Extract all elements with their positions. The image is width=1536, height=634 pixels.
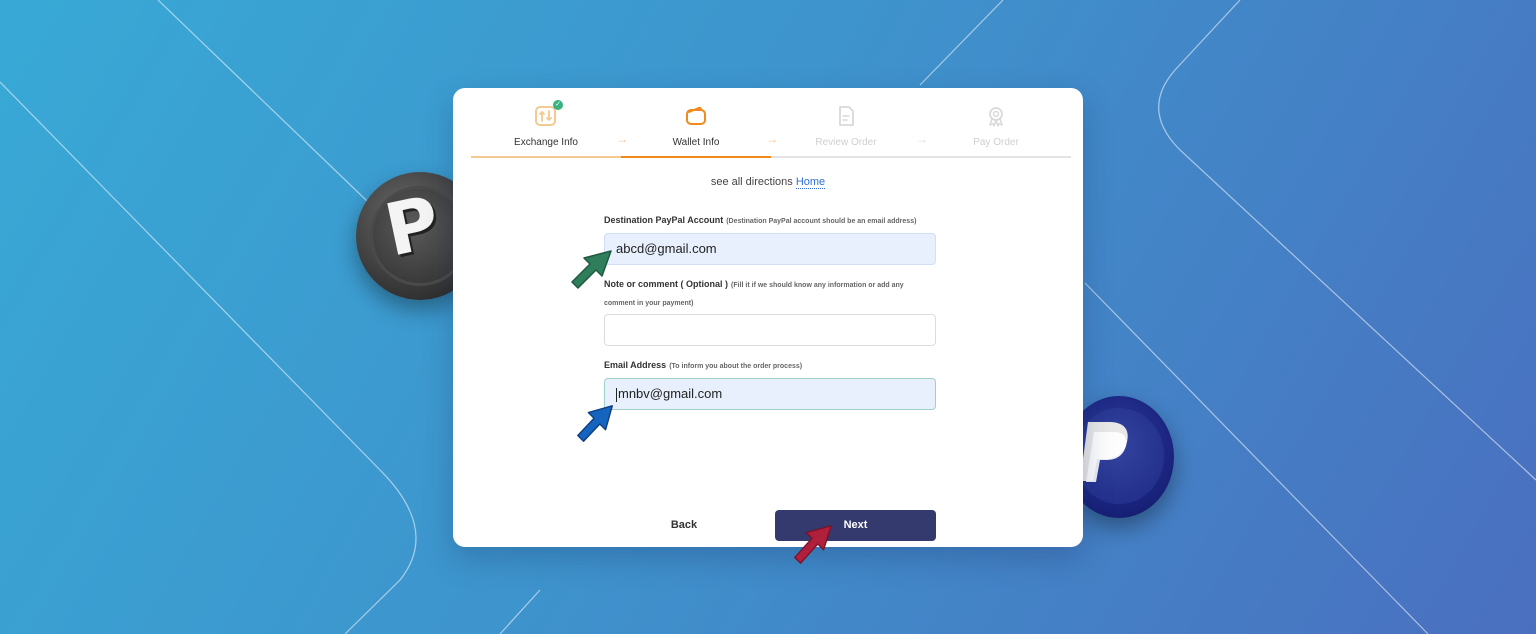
email-label: Email Address (To inform you about the or… <box>604 360 803 370</box>
pointer-cursor-blue-icon <box>577 405 613 442</box>
step-label: Review Order <box>815 137 877 148</box>
wallet-icon <box>684 104 708 128</box>
step-pay-order[interactable]: Pay Order <box>921 100 1071 148</box>
pointer-cursor-green-icon <box>571 250 612 289</box>
step-label: Wallet Info <box>672 137 720 148</box>
step-label: Pay Order <box>973 137 1019 148</box>
directions-text: see all directions Home <box>710 176 826 189</box>
paypal-account-hint: (Destination PayPal account should be an… <box>726 218 917 225</box>
step-exchange-info[interactable]: ✓ Exchange Info <box>471 100 621 148</box>
paypal-account-input[interactable]: abcd@gmail.com <box>604 233 936 265</box>
check-icon: ✓ <box>553 100 563 110</box>
step-review-order[interactable]: Review Order <box>771 100 921 148</box>
exchange-icon: ✓ <box>534 100 563 128</box>
note-label: Note or comment ( Optional ) (Fill it if … <box>604 279 904 307</box>
text-caret <box>616 387 617 402</box>
email-hint: (To inform you about the order process) <box>669 363 803 370</box>
progress-stepper: ✓ Exchange Info → Wallet Info → Review O… <box>471 100 1071 148</box>
review-document-icon <box>834 104 858 128</box>
step-label: Exchange Info <box>514 137 578 148</box>
stepper-progress-line <box>471 156 1071 158</box>
home-link[interactable]: Home <box>795 176 826 189</box>
award-badge-icon <box>984 104 1008 128</box>
back-button[interactable]: Back <box>649 510 719 540</box>
pointer-cursor-red-icon <box>794 525 832 564</box>
step-wallet-info[interactable]: Wallet Info <box>621 100 771 148</box>
order-form-card: ✓ Exchange Info → Wallet Info → Review O… <box>453 88 1083 547</box>
paypal-account-label: Destination PayPal Account (Destination P… <box>604 215 917 225</box>
email-input[interactable]: mnbv@gmail.com <box>604 378 936 410</box>
note-input[interactable] <box>604 314 936 346</box>
